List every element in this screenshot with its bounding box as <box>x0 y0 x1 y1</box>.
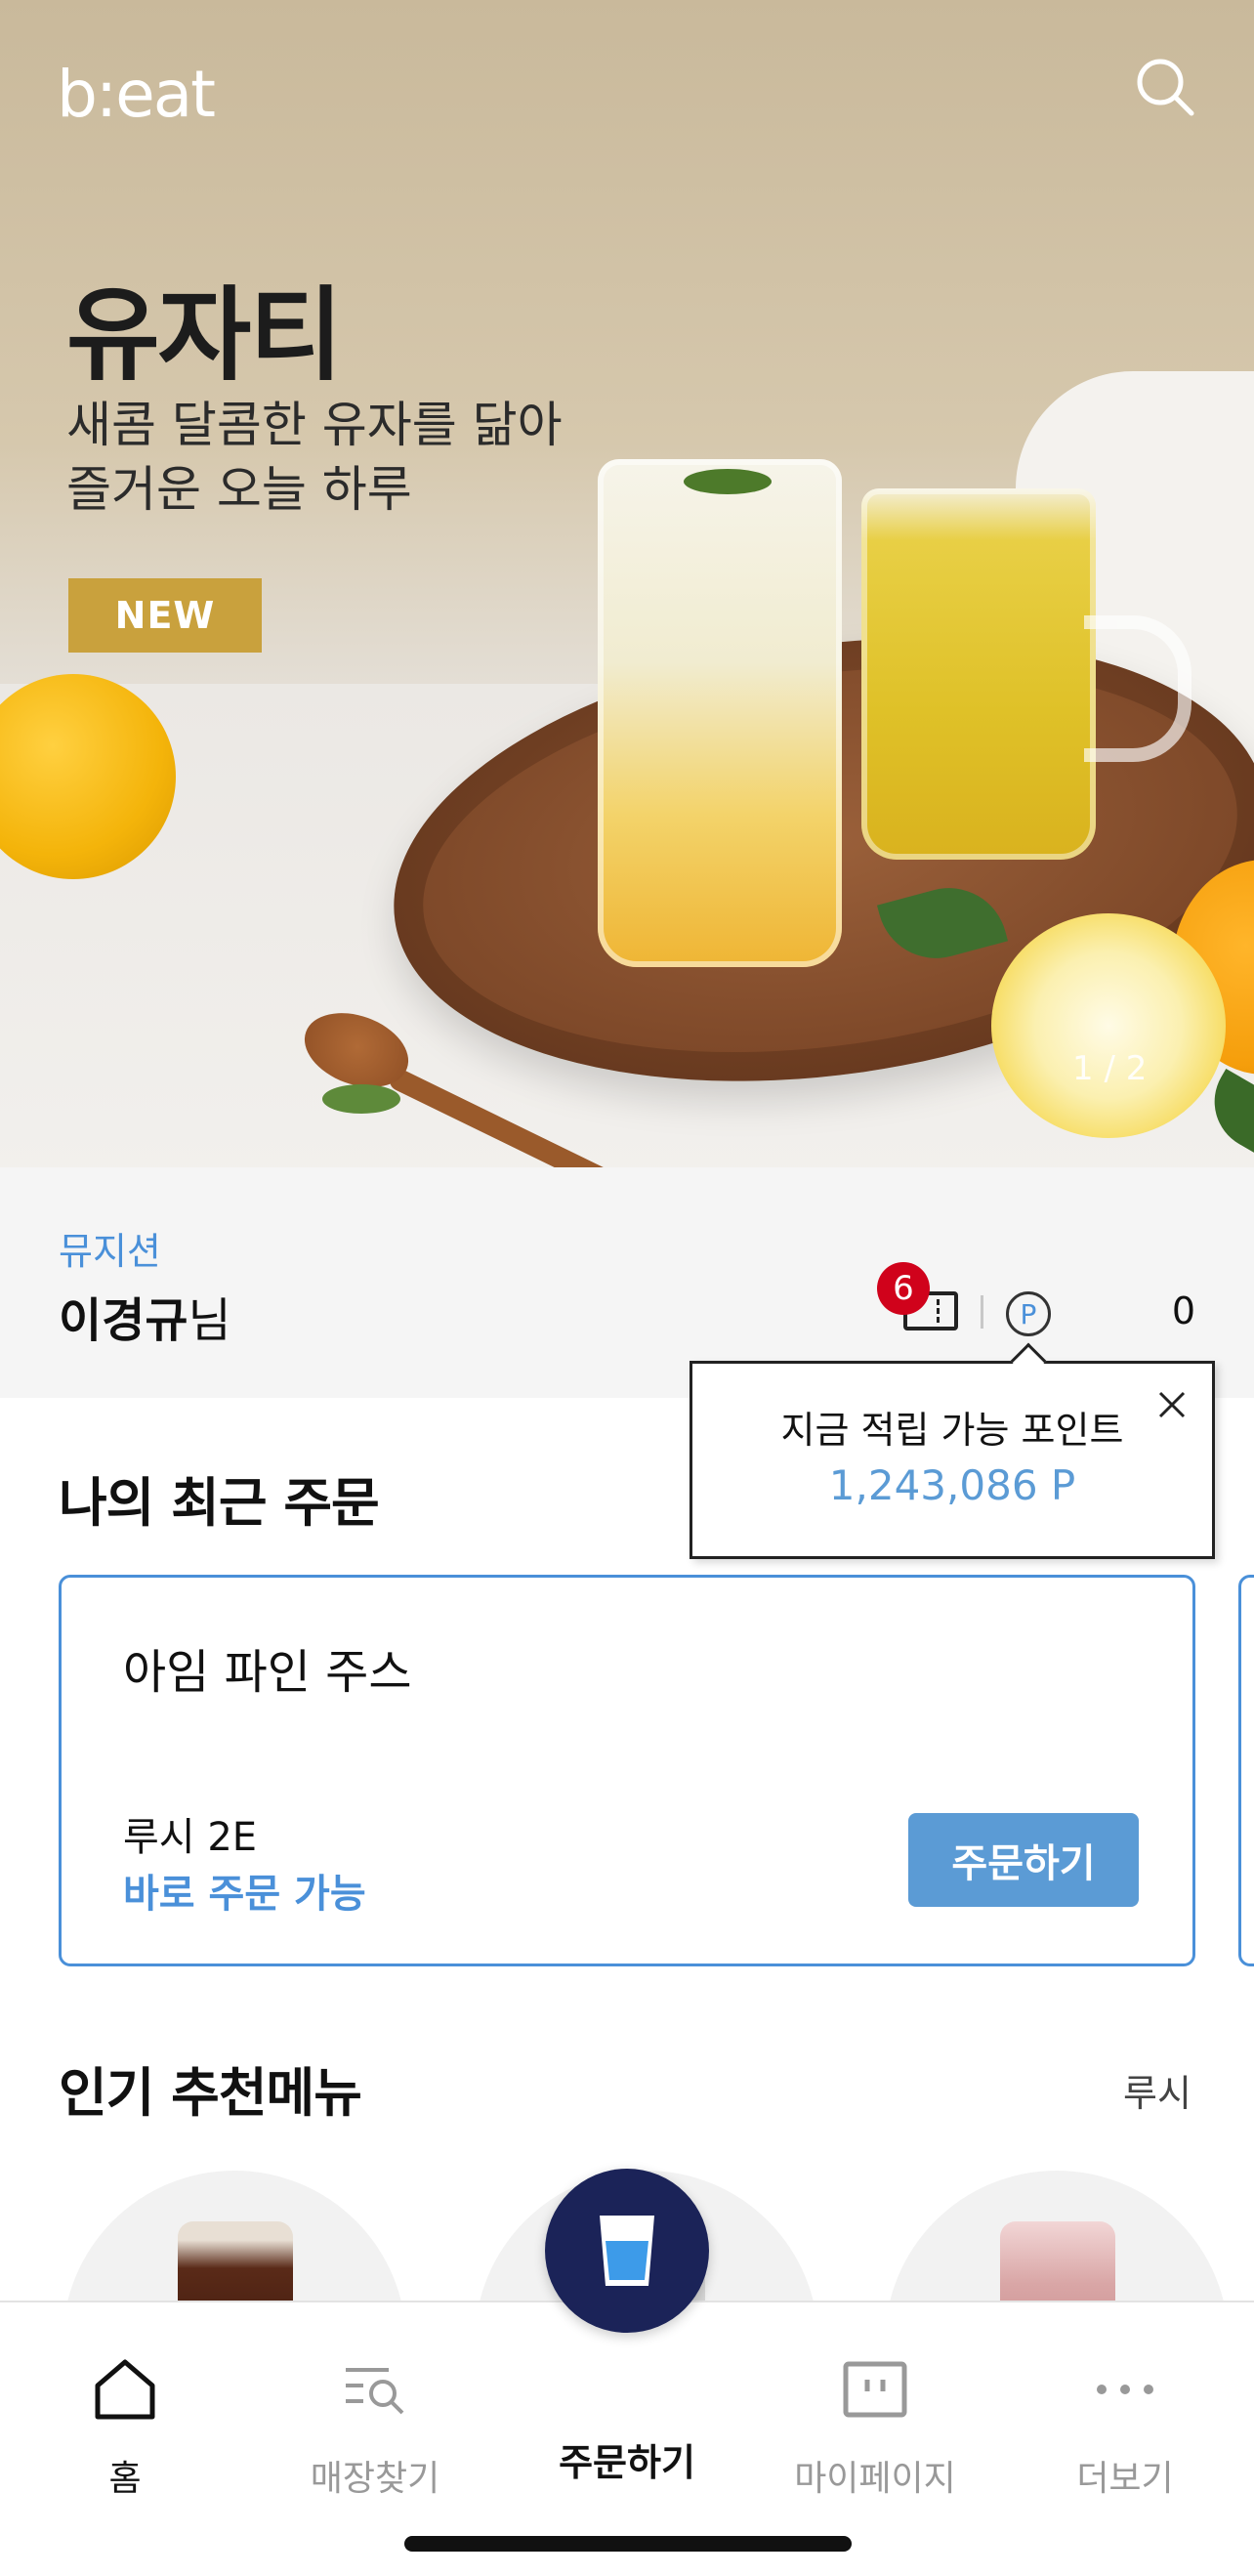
divider <box>981 1295 983 1329</box>
hero-banner[interactable]: 유자티 새콤 달콤한 유자를 닮아 즐거운 오늘 하루 NEW 1 / 2 <box>0 0 1254 1167</box>
order-store-name: 루시 2E <box>123 1815 258 1860</box>
tab-home[interactable]: 홈 <box>27 2325 223 2499</box>
order-menu-name: 아임 파인 주스 <box>123 1645 412 1700</box>
user-name: 이경규님 <box>59 1282 231 1350</box>
close-icon[interactable] <box>1152 1385 1191 1424</box>
user-honorific: 님 <box>188 1293 231 1348</box>
home-indicator <box>404 2536 852 2552</box>
banner-pager: 1 / 2 <box>1072 1049 1148 1088</box>
home-icon <box>95 2359 155 2420</box>
tab-order-label[interactable]: 주문하기 <box>508 2432 746 2486</box>
order-status: 바로 주문 가능 <box>123 1872 366 1917</box>
cup-icon <box>600 2216 654 2286</box>
tooltip-title: 지금 적립 가능 포인트 <box>780 1409 1124 1452</box>
banner-subtitle-line2: 즐거운 오늘 하루 <box>66 461 412 518</box>
tab-order[interactable] <box>545 2169 709 2333</box>
tab-mypage[interactable]: 마이페이지 <box>777 2325 973 2499</box>
banner-iced-yuzu-glass <box>598 459 842 967</box>
tab-store-search-label: 매장찾기 <box>310 2459 440 2499</box>
search-icon[interactable] <box>1135 57 1195 117</box>
banner-yuzu-half <box>991 913 1226 1138</box>
tab-more-label: 더보기 <box>1076 2459 1174 2499</box>
app-logo: b:eat <box>57 57 216 132</box>
order-button[interactable]: 주문하기 <box>908 1813 1139 1907</box>
banner-thyme-garnish <box>684 469 772 494</box>
coupon-count-badge: 6 <box>877 1262 930 1315</box>
new-badge: NEW <box>68 578 262 653</box>
tooltip-points: 1,243,086 P <box>828 1461 1076 1509</box>
point-value[interactable]: 0 <box>1152 1289 1195 1332</box>
banner-subtitle: 새콤 달콤한 유자를 닮아 즐거운 오늘 하루 <box>66 393 563 522</box>
user-grade: 뮤지션 <box>59 1230 161 1273</box>
tab-store-search[interactable]: 매장찾기 <box>277 2325 473 2499</box>
banner-thyme-sprig <box>322 1084 400 1114</box>
banner-subtitle-line1: 새콤 달콤한 유자를 닮아 <box>66 397 563 453</box>
banner-mug-handle <box>1084 615 1191 762</box>
tab-home-label: 홈 <box>108 2459 142 2499</box>
popular-menu-title: 인기 추천메뉴 <box>59 2062 362 2124</box>
user-name-value: 이경규 <box>59 1293 188 1348</box>
more-icon <box>1097 2385 1153 2394</box>
point-icon[interactable]: P <box>1006 1291 1051 1336</box>
banner-hot-yuzu-mug <box>861 488 1096 860</box>
banner-title: 유자티 <box>66 275 343 395</box>
store-search-icon <box>346 2368 404 2415</box>
mypage-icon <box>843 2361 907 2418</box>
recent-order-card-next[interactable] <box>1238 1575 1254 1966</box>
points-tooltip <box>690 1361 1215 1559</box>
popular-store-link[interactable]: 루시 <box>1123 2063 1191 2117</box>
tab-mypage-label: 마이페이지 <box>794 2459 956 2499</box>
recent-orders-title: 나의 최근 주문 <box>59 1472 380 1534</box>
tab-more[interactable]: 더보기 <box>1027 2325 1223 2499</box>
